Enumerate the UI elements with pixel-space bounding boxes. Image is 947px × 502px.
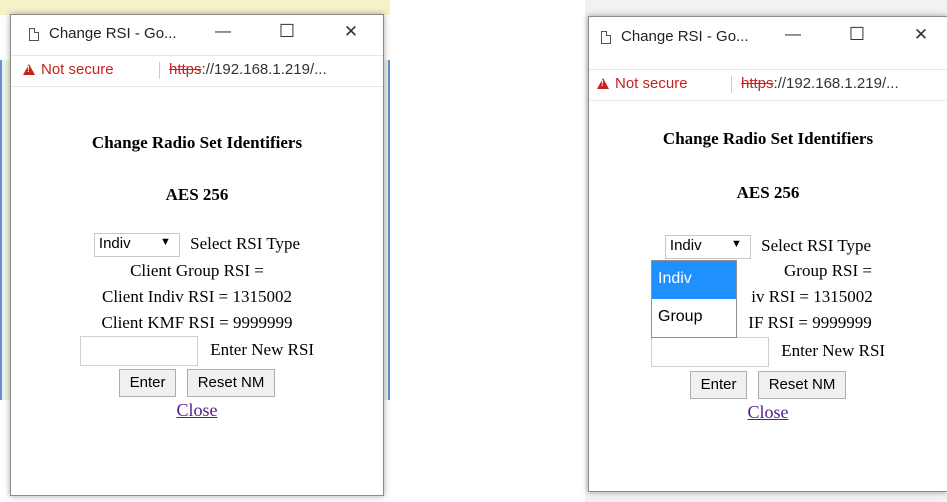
rsi-type-row: Indiv ▼ Select RSI Type (589, 235, 947, 259)
enter-button[interactable]: Enter (118, 369, 177, 397)
close-link[interactable]: Close (176, 400, 217, 420)
new-rsi-label: Enter New RSI (210, 339, 315, 359)
security-status: Not secure (41, 61, 114, 78)
new-rsi-row: Enter New RSI (589, 337, 947, 367)
dropdown-option-group[interactable]: Group (652, 299, 736, 337)
address-bar[interactable]: Not secure https://192.168.1.219/... (589, 69, 947, 101)
new-rsi-input[interactable] (79, 336, 198, 366)
title-bar[interactable]: Change RSI - Go... — ☐ ✕ (11, 15, 383, 53)
page-icon (29, 28, 39, 41)
maximize-button[interactable]: ☐ (273, 21, 301, 42)
url-scheme: https (741, 75, 774, 92)
page-content: Change Radio Set Identifiers AES 256 Ind… (11, 87, 383, 487)
page-content: Change Radio Set Identifiers AES 256 Ind… (589, 101, 947, 491)
new-rsi-label: Enter New RSI (781, 340, 886, 360)
close-window-button[interactable]: ✕ (337, 22, 365, 42)
window-title: Change RSI - Go... (49, 25, 177, 42)
url-rest: ://192.168.1.219/... (201, 61, 327, 78)
page-title: Change Radio Set Identifiers (662, 129, 874, 148)
minimize-button[interactable]: — (779, 26, 807, 44)
rsi-type-label: Select RSI Type (761, 235, 872, 255)
background-window-left (0, 0, 390, 15)
minimize-button[interactable]: — (209, 23, 237, 41)
enter-button[interactable]: Enter (689, 371, 748, 399)
close-link-row: Close (11, 400, 383, 421)
rsi-type-row: Indiv ▼ Select RSI Type (11, 233, 383, 257)
button-row: Enter Reset NM (589, 371, 947, 399)
warning-icon (23, 64, 35, 75)
client-indiv-rsi-partial: iv RSI = 1315002 (751, 287, 873, 306)
popup-window-right: Change RSI - Go... — ☐ ✕ Not secure http… (588, 16, 947, 492)
new-rsi-row: Enter New RSI (11, 336, 383, 366)
client-indiv-rsi: Client Indiv RSI = 1315002 (102, 287, 292, 306)
dropdown-arrow-icon: ▼ (731, 238, 742, 250)
close-link[interactable]: Close (747, 402, 788, 422)
maximize-button[interactable]: ☐ (843, 24, 871, 45)
dropdown-option-indiv[interactable]: Indiv (652, 261, 736, 299)
client-kmf-rsi-partial: IF RSI = 9999999 (748, 313, 872, 332)
rsi-type-select[interactable]: Indiv ▼ (664, 235, 751, 259)
button-row: Enter Reset NM (11, 369, 383, 397)
title-bar[interactable]: Change RSI - Go... — ☐ ✕ (589, 17, 947, 55)
page-subtitle: AES 256 (736, 183, 800, 202)
address-separator (731, 76, 732, 93)
page-icon (601, 31, 611, 44)
url-rest: ://192.168.1.219/... (773, 75, 899, 92)
address-separator (159, 62, 160, 79)
security-status: Not secure (615, 75, 688, 92)
window-title: Change RSI - Go... (621, 28, 749, 45)
rsi-type-select[interactable]: Indiv ▼ (93, 233, 180, 257)
page-title: Change Radio Set Identifiers (91, 133, 303, 152)
popup-window-left: Change RSI - Go... — ☐ ✕ Not secure http… (10, 14, 384, 496)
new-rsi-input[interactable] (650, 337, 769, 367)
close-window-button[interactable]: ✕ (907, 25, 935, 45)
url: https://192.168.1.219/... (741, 75, 899, 92)
rsi-type-selected: Indiv (669, 237, 702, 254)
rsi-type-dropdown-list: Indiv Group (651, 260, 737, 338)
rsi-type-selected: Indiv (98, 235, 131, 252)
client-group-rsi: Client Group RSI = (130, 261, 264, 280)
page-subtitle: AES 256 (165, 185, 229, 204)
dropdown-arrow-icon: ▼ (160, 236, 171, 248)
url-scheme: https (169, 61, 202, 78)
client-group-rsi-partial: Group RSI = (784, 261, 872, 280)
address-bar[interactable]: Not secure https://192.168.1.219/... (11, 55, 383, 87)
client-kmf-rsi: Client KMF RSI = 9999999 (101, 313, 293, 332)
rsi-type-label: Select RSI Type (190, 233, 301, 253)
reset-nm-button[interactable]: Reset NM (186, 369, 276, 397)
url: https://192.168.1.219/... (169, 61, 327, 78)
close-link-row: Close (589, 402, 947, 423)
reset-nm-button[interactable]: Reset NM (757, 371, 847, 399)
warning-icon (597, 78, 609, 89)
